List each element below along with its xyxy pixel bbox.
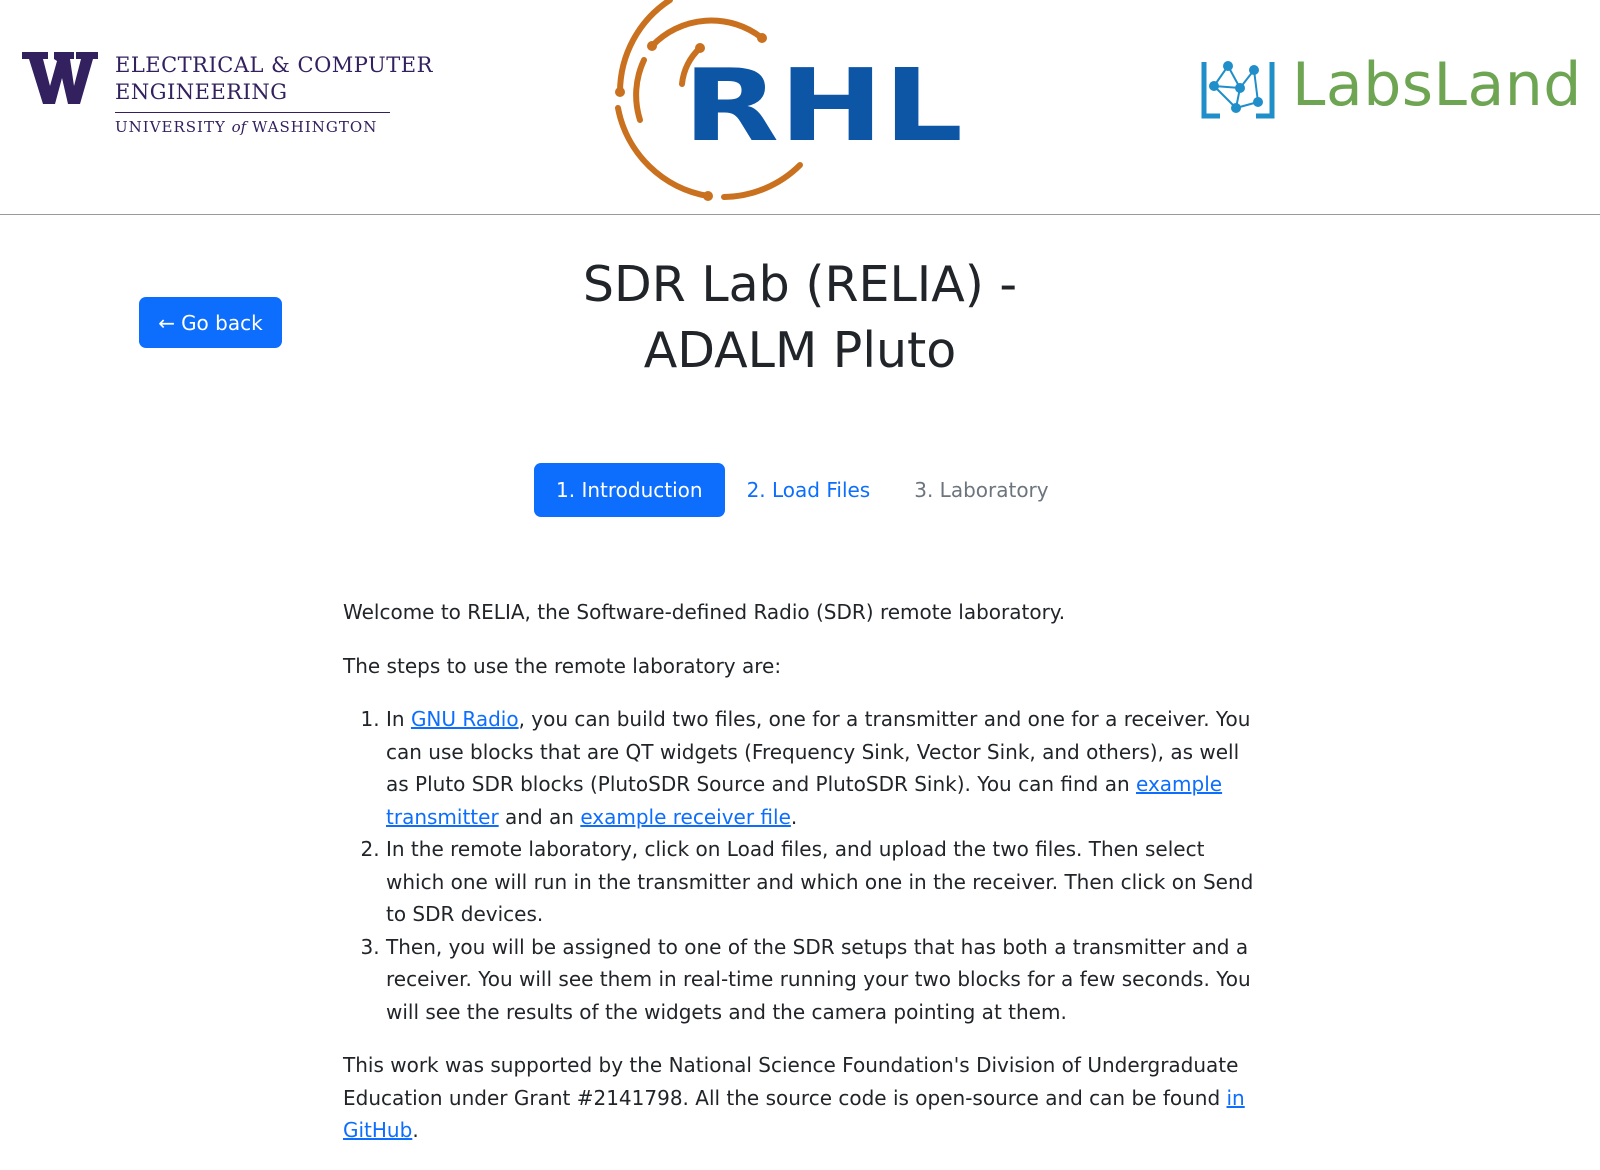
go-back-label: Go back bbox=[181, 310, 263, 335]
uw-logo-divider bbox=[115, 112, 390, 113]
funding-text-body: This work was supported by the National … bbox=[343, 1053, 1239, 1110]
left-arrow-icon: ← bbox=[158, 310, 176, 335]
uw-logo-line3-a: UNIVERSITY bbox=[115, 118, 232, 136]
tab-laboratory[interactable]: 3. Laboratory bbox=[892, 463, 1070, 517]
labsland-network-icon bbox=[1201, 61, 1275, 119]
rhl-letters: RHL bbox=[683, 47, 963, 164]
uw-ece-logo[interactable]: ELECTRICAL & COMPUTER ENGINEERING UNIVER… bbox=[22, 52, 432, 142]
uw-w-icon bbox=[22, 52, 98, 104]
uw-logo-text: ELECTRICAL & COMPUTER ENGINEERING UNIVER… bbox=[115, 52, 433, 136]
step1-pre: In bbox=[386, 707, 411, 731]
site-header: ELECTRICAL & COMPUTER ENGINEERING UNIVER… bbox=[0, 0, 1600, 215]
page-title: SDR Lab (RELIA) - ADALM Pluto bbox=[480, 252, 1120, 384]
welcome-text: Welcome to RELIA, the Software-defined R… bbox=[343, 600, 1066, 624]
steps-intro-text: The steps to use the remote laboratory a… bbox=[343, 653, 782, 678]
step1-and: and an bbox=[498, 804, 581, 829]
steps-list: In GNU Radio, you can build two files, o… bbox=[343, 703, 1255, 1028]
rhl-logo[interactable]: RHL bbox=[600, 0, 980, 212]
step-item-3: Then, you will be assigned to one of the… bbox=[386, 931, 1255, 1029]
step1-end: . bbox=[790, 804, 798, 829]
uw-logo-line3-b: WASHINGTON bbox=[246, 118, 378, 136]
tab-introduction[interactable]: 1. Introduction bbox=[534, 463, 725, 517]
uw-logo-line2: ENGINEERING bbox=[115, 80, 288, 104]
example-receiver-link[interactable]: example receiver file bbox=[580, 805, 791, 829]
labsland-logo[interactable]: LabsLand bbox=[1200, 50, 1581, 128]
step-tabs: 1. Introduction 2. Load Files 3. Laborat… bbox=[534, 463, 1071, 517]
step-item-1: In GNU Radio, you can build two files, o… bbox=[386, 703, 1255, 833]
funding-text-end: . bbox=[412, 1118, 419, 1142]
page-title-line2: ADALM Pluto bbox=[643, 322, 957, 379]
step-item-2: In the remote laboratory, click on Load … bbox=[386, 833, 1255, 931]
introduction-content: Welcome to RELIA, the Software-defined R… bbox=[343, 596, 1255, 1168]
labsland-wordmark: LabsLand bbox=[1292, 50, 1582, 120]
uw-logo-line3: UNIVERSITY of WASHINGTON bbox=[115, 118, 433, 136]
uw-logo-line3-of: of bbox=[231, 118, 247, 136]
uw-logo-line1: ELECTRICAL & COMPUTER bbox=[115, 53, 433, 77]
tab-load-files[interactable]: 2. Load Files bbox=[725, 463, 893, 517]
funding-text: This work was supported by the National … bbox=[343, 1049, 1255, 1147]
go-back-button[interactable]: ← Go back bbox=[139, 297, 282, 348]
page-title-line1: SDR Lab (RELIA) - bbox=[582, 256, 1018, 313]
gnu-radio-link[interactable]: GNU Radio bbox=[411, 707, 519, 731]
